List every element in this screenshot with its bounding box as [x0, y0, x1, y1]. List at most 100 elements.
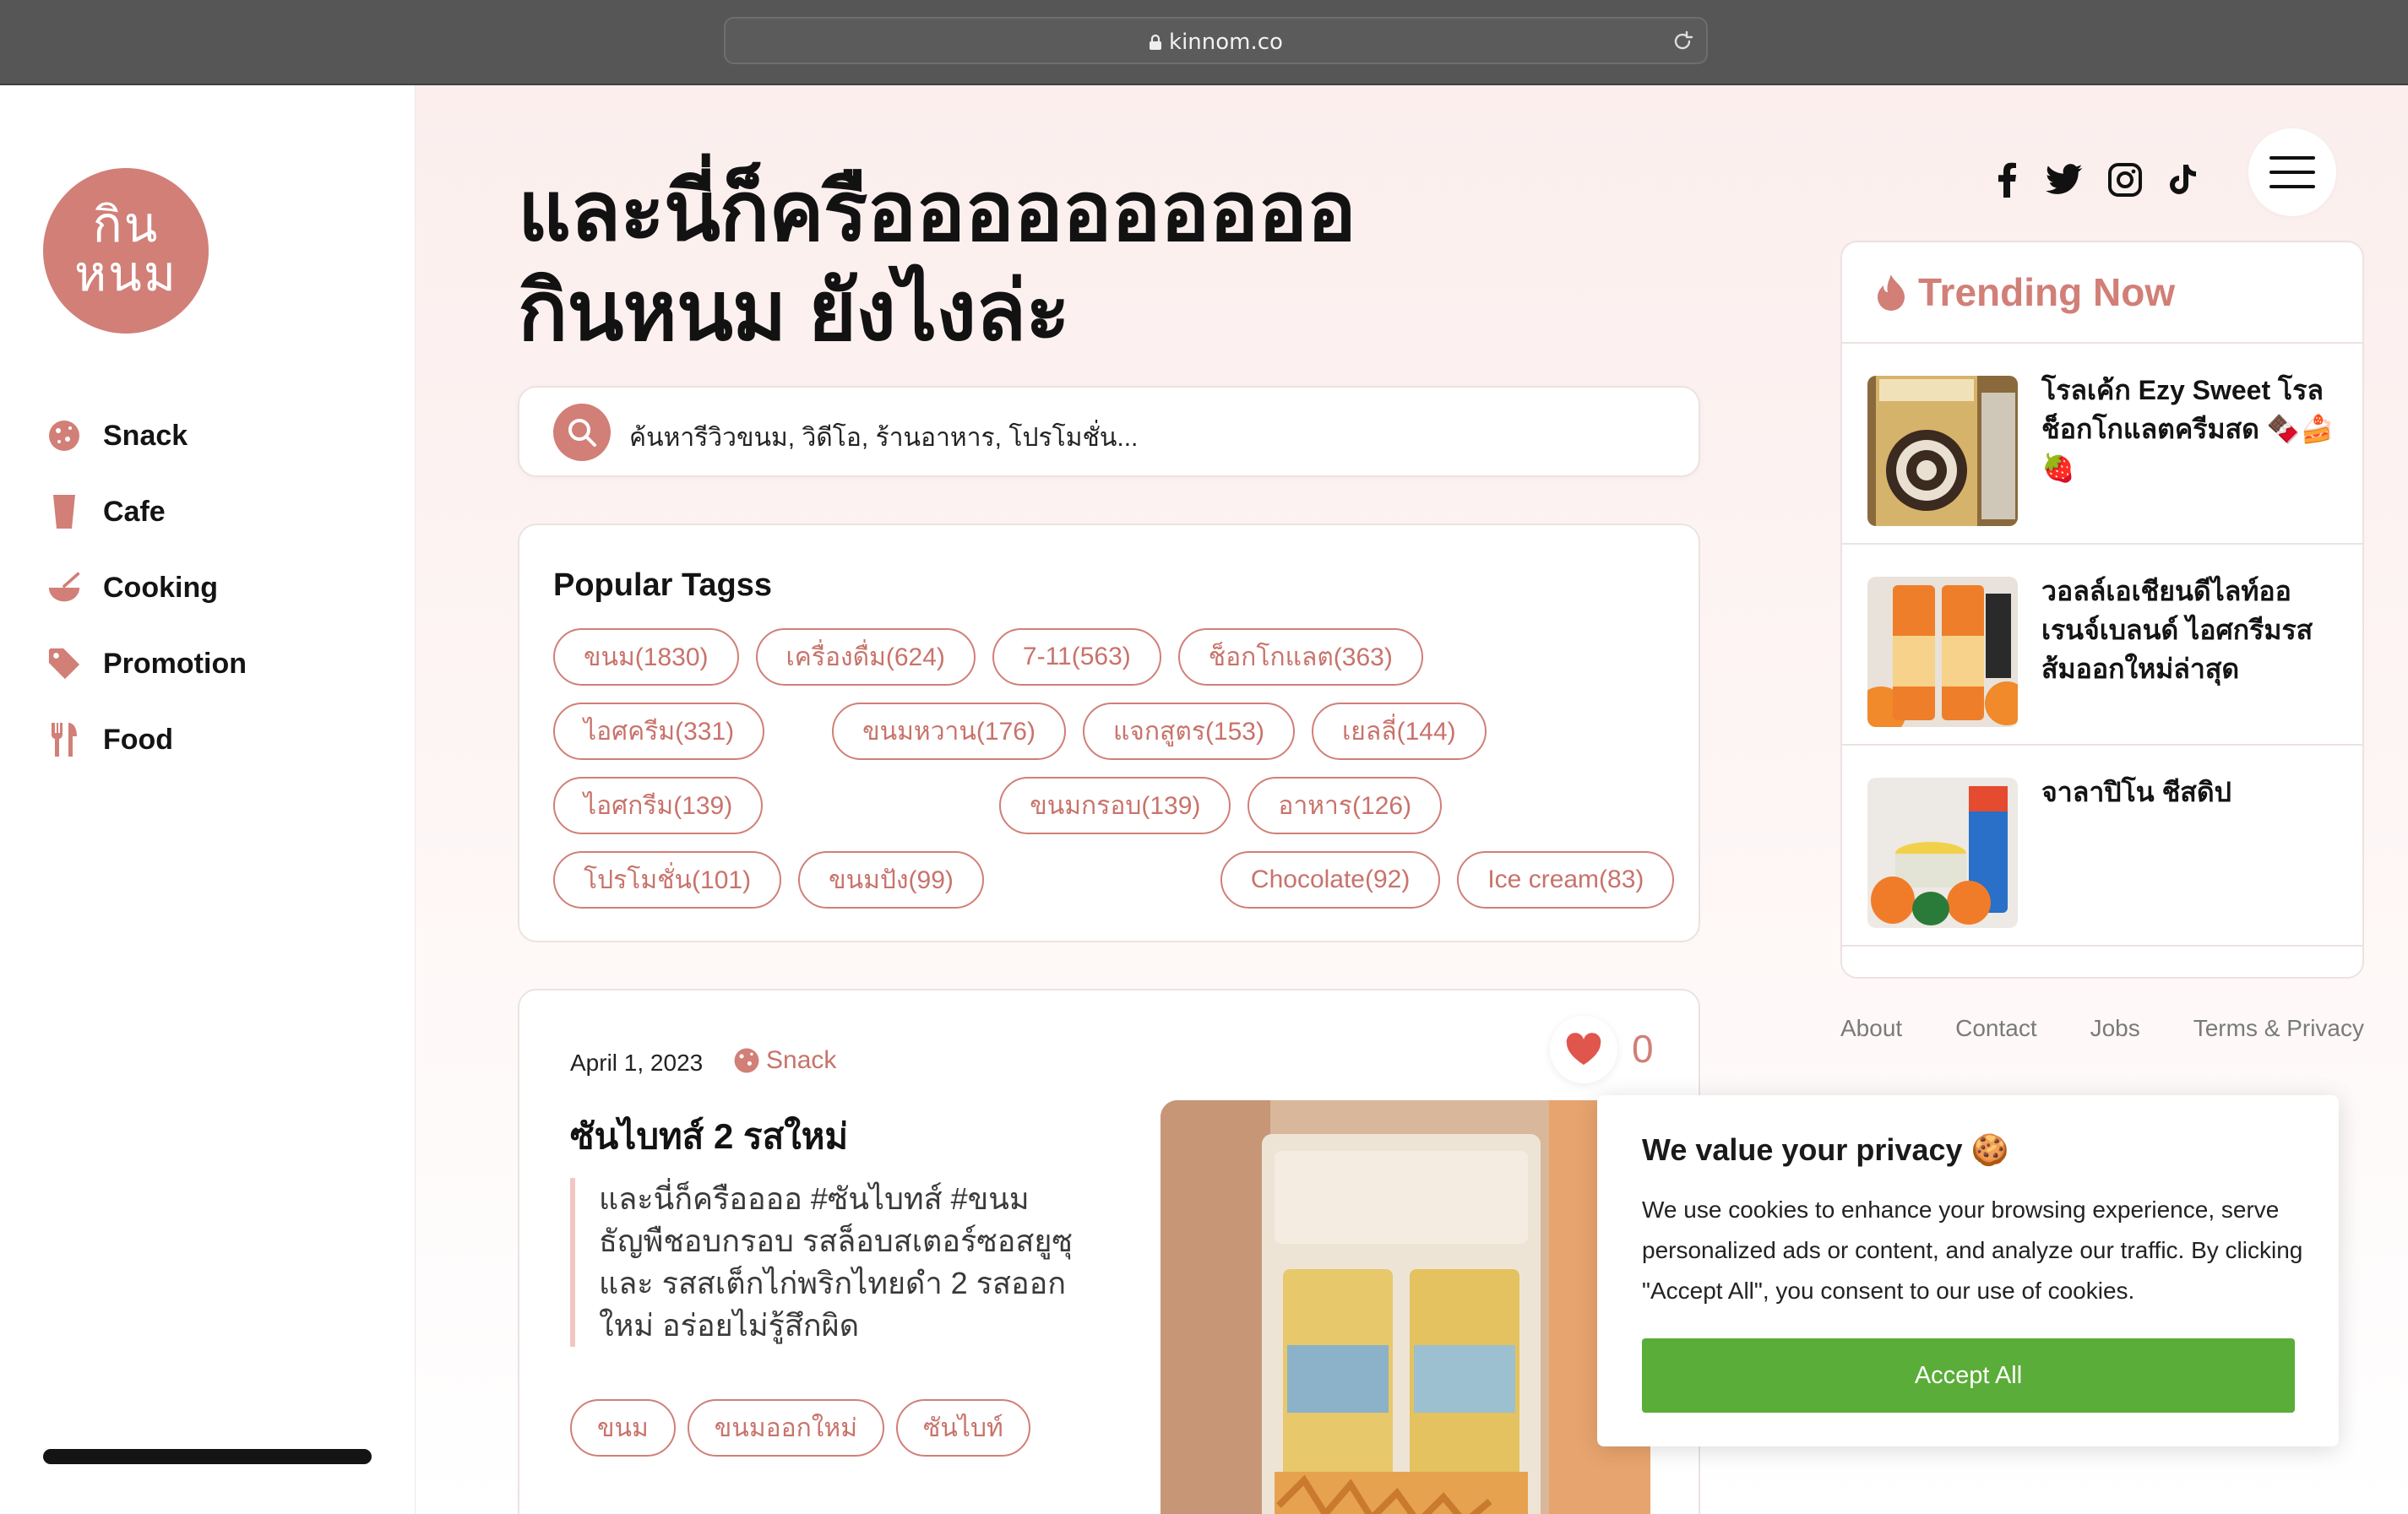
fork-knife-icon	[47, 721, 81, 758]
trending-panel: Trending Now โรลเค้ก Ezy Sweet โรลช็อกโก…	[1840, 241, 2364, 979]
cookie-text: We use cookies to enhance your browsing …	[1642, 1197, 2303, 1304]
menu-line	[2269, 156, 2315, 160]
scroll-indicator[interactable]	[43, 1449, 372, 1464]
trending-item[interactable]: จาลาปิโน ชีสดิป	[1842, 746, 2362, 947]
tag-chip[interactable]: แจกสูตร(153)	[1082, 703, 1295, 760]
tag-chip[interactable]: Ice cream(83)	[1457, 851, 1675, 909]
tag-list: ขนม(1830) เครื่องดื่ม(624) 7-11(563) ช็อ…	[553, 628, 1685, 909]
post-tag-chip[interactable]: ขนม	[570, 1399, 676, 1457]
tag-chip[interactable]: อาหาร(126)	[1247, 777, 1443, 834]
sidebar-item-label: Snack	[103, 419, 188, 452]
twitter-icon[interactable]	[2044, 160, 2085, 200]
snack-package-photo	[1161, 1100, 1650, 1514]
cheese-dip-photo	[1867, 778, 2018, 928]
post-image[interactable]	[1161, 1100, 1650, 1514]
footer-link-about[interactable]: About	[1840, 1015, 1902, 1042]
tiktok-icon[interactable]	[2162, 160, 2203, 200]
post-tag-list: ขนม ขนมออกใหม่ ซันไบท์	[570, 1399, 1030, 1457]
heart-icon	[1566, 1033, 1601, 1065]
search-icon	[568, 419, 596, 447]
trending-item[interactable]: โรลเค้ก Ezy Sweet โรลช็อกโกแลตครีมสด 🍫🍰🍓	[1842, 344, 2362, 545]
sidebar-item-cooking[interactable]: Cooking	[47, 550, 247, 626]
reload-icon[interactable]	[1671, 30, 1694, 53]
browser-toolbar: kinnom.co	[0, 0, 2408, 85]
tag-chip[interactable]: ขนมกรอบ(139)	[999, 777, 1231, 834]
footer-link-jobs[interactable]: Jobs	[2090, 1015, 2140, 1042]
accept-all-button[interactable]: Accept All	[1642, 1338, 2295, 1413]
sidebar-item-label: Cooking	[103, 571, 218, 604]
hero-line-2: กินหนม ยังไงล่ะ	[518, 264, 1070, 357]
url-display: kinnom.co	[726, 30, 1706, 55]
trending-item-title[interactable]: จาลาปิโน ชีสดิป	[2041, 773, 2345, 811]
search-bar[interactable]: ค้นหารีวิวขนม, วิดีโอ, ร้านอาหาร, โปรโมช…	[518, 386, 1700, 477]
roll-cake-photo	[1867, 376, 2018, 526]
menu-line	[2269, 185, 2315, 188]
cookie-title: We value your privacy 🍪	[1642, 1132, 2009, 1167]
site-logo[interactable]: กิน หนม	[43, 168, 209, 334]
like-button[interactable]	[1550, 1016, 1617, 1083]
sidebar-item-label: Cafe	[103, 495, 166, 528]
tag-chip[interactable]: ขนมปัง(99)	[798, 851, 984, 909]
price-tag-icon	[47, 645, 81, 682]
post-category-label: Snack	[766, 1046, 837, 1074]
logo-line-2: หนม	[73, 245, 178, 302]
flame-icon	[1878, 274, 1905, 311]
tag-chip[interactable]: เครื่องดื่ม(624)	[755, 628, 976, 686]
tag-chip[interactable]: เยลลี่(144)	[1311, 703, 1487, 760]
trending-item[interactable]: วอลล์เอเชียนดีไลท์ออเรนจ์เบลนด์ ไอศกรีมร…	[1842, 545, 2362, 746]
sidebar-item-label: Food	[103, 723, 174, 756]
trending-item-title[interactable]: โรลเค้ก Ezy Sweet โรลช็อกโกแลตครีมสด 🍫🍰🍓	[2041, 371, 2345, 487]
footer-links: About Contact Jobs Terms & Privacy	[1840, 1015, 2364, 1042]
trending-item-title[interactable]: วอลล์เอเชียนดีไลท์ออเรนจ์เบลนด์ ไอศกรีมร…	[2041, 572, 2345, 688]
tag-chip[interactable]: โปรโมชั่น(101)	[553, 851, 782, 909]
sidebar-item-cafe[interactable]: Cafe	[47, 474, 247, 550]
search-button[interactable]	[553, 404, 611, 461]
lock-icon	[1150, 34, 1162, 50]
hero-line-1: และนี่ก็ครืออออออออออ	[518, 165, 1356, 258]
tag-chip[interactable]: Chocolate(92)	[1220, 851, 1441, 909]
popular-tags-card: Popular Tagss ขนม(1830) เครื่องดื่ม(624)…	[518, 524, 1700, 942]
hamburger-menu-button[interactable]	[2248, 128, 2336, 216]
menu-line	[2269, 171, 2315, 174]
sidebar-item-promotion[interactable]: Promotion	[47, 626, 247, 702]
hero-headline: และนี่ก็ครืออออออออออ กินหนม ยังไงล่ะ	[518, 161, 1616, 361]
post-category-link[interactable]: Snack	[732, 1046, 836, 1075]
tag-chip[interactable]: ไอศครีม(331)	[553, 703, 765, 760]
trending-thumbnail[interactable]	[1867, 778, 2018, 928]
tag-chip[interactable]: ช็อกโกแลต(363)	[1177, 628, 1423, 686]
main-content: และนี่ก็ครืออออออออออ กินหนม ยังไงล่ะ ค้…	[416, 85, 2408, 1514]
tag-chip[interactable]: ไอศกรีม(139)	[553, 777, 764, 834]
trending-thumbnail[interactable]	[1867, 376, 2018, 526]
tag-chip[interactable]: ขนม(1830)	[553, 628, 739, 686]
sidebar-item-label: Promotion	[103, 647, 247, 680]
trending-thumbnail[interactable]	[1867, 577, 2018, 727]
like-count: 0	[1632, 1027, 1654, 1071]
cookie-icon	[47, 417, 81, 454]
mixing-bowl-icon	[47, 569, 81, 606]
sidebar-item-food[interactable]: Food	[47, 702, 247, 778]
footer-link-contact[interactable]: Contact	[1955, 1015, 2037, 1042]
footer-link-terms[interactable]: Terms & Privacy	[2193, 1015, 2364, 1042]
post-title[interactable]: ซันไบทส์ 2 รสใหม่	[570, 1109, 848, 1164]
orange-icecream-photo	[1867, 577, 2018, 727]
post-card[interactable]: April 1, 2023 Snack ซันไบทส์ 2 รสใหม่ แล…	[518, 989, 1700, 1514]
address-bar[interactable]: kinnom.co	[724, 17, 1708, 64]
trending-title: Trending Now	[1918, 270, 2176, 314]
trending-header: Trending Now	[1842, 242, 2362, 344]
sidebar: กิน หนม Snack Cafe Cooking Promotion Foo…	[0, 85, 416, 1514]
search-input[interactable]: ค้นหารีวิวขนม, วิดีโอ, ร้านอาหาร, โปรโมช…	[629, 418, 1138, 458]
facebook-icon[interactable]	[1987, 160, 2027, 200]
post-tag-chip[interactable]: ขนมออกใหม่	[687, 1399, 884, 1457]
tag-chip[interactable]: 7-11(563)	[992, 628, 1161, 686]
popular-tags-title: Popular Tagss	[553, 567, 773, 603]
cookie-consent-dialog: We value your privacy 🍪 We use cookies t…	[1597, 1095, 2339, 1446]
logo-line-1: กิน	[92, 196, 160, 253]
url-text: kinnom.co	[1169, 30, 1283, 55]
category-nav: Snack Cafe Cooking Promotion Food	[47, 398, 247, 778]
post-date: April 1, 2023	[570, 1050, 704, 1076]
instagram-icon[interactable]	[2105, 160, 2145, 200]
cookie-icon	[734, 1048, 759, 1073]
post-tag-chip[interactable]: ซันไบท์	[896, 1399, 1030, 1457]
tag-chip[interactable]: ขนมหวาน(176)	[832, 703, 1066, 760]
sidebar-item-snack[interactable]: Snack	[47, 398, 247, 474]
